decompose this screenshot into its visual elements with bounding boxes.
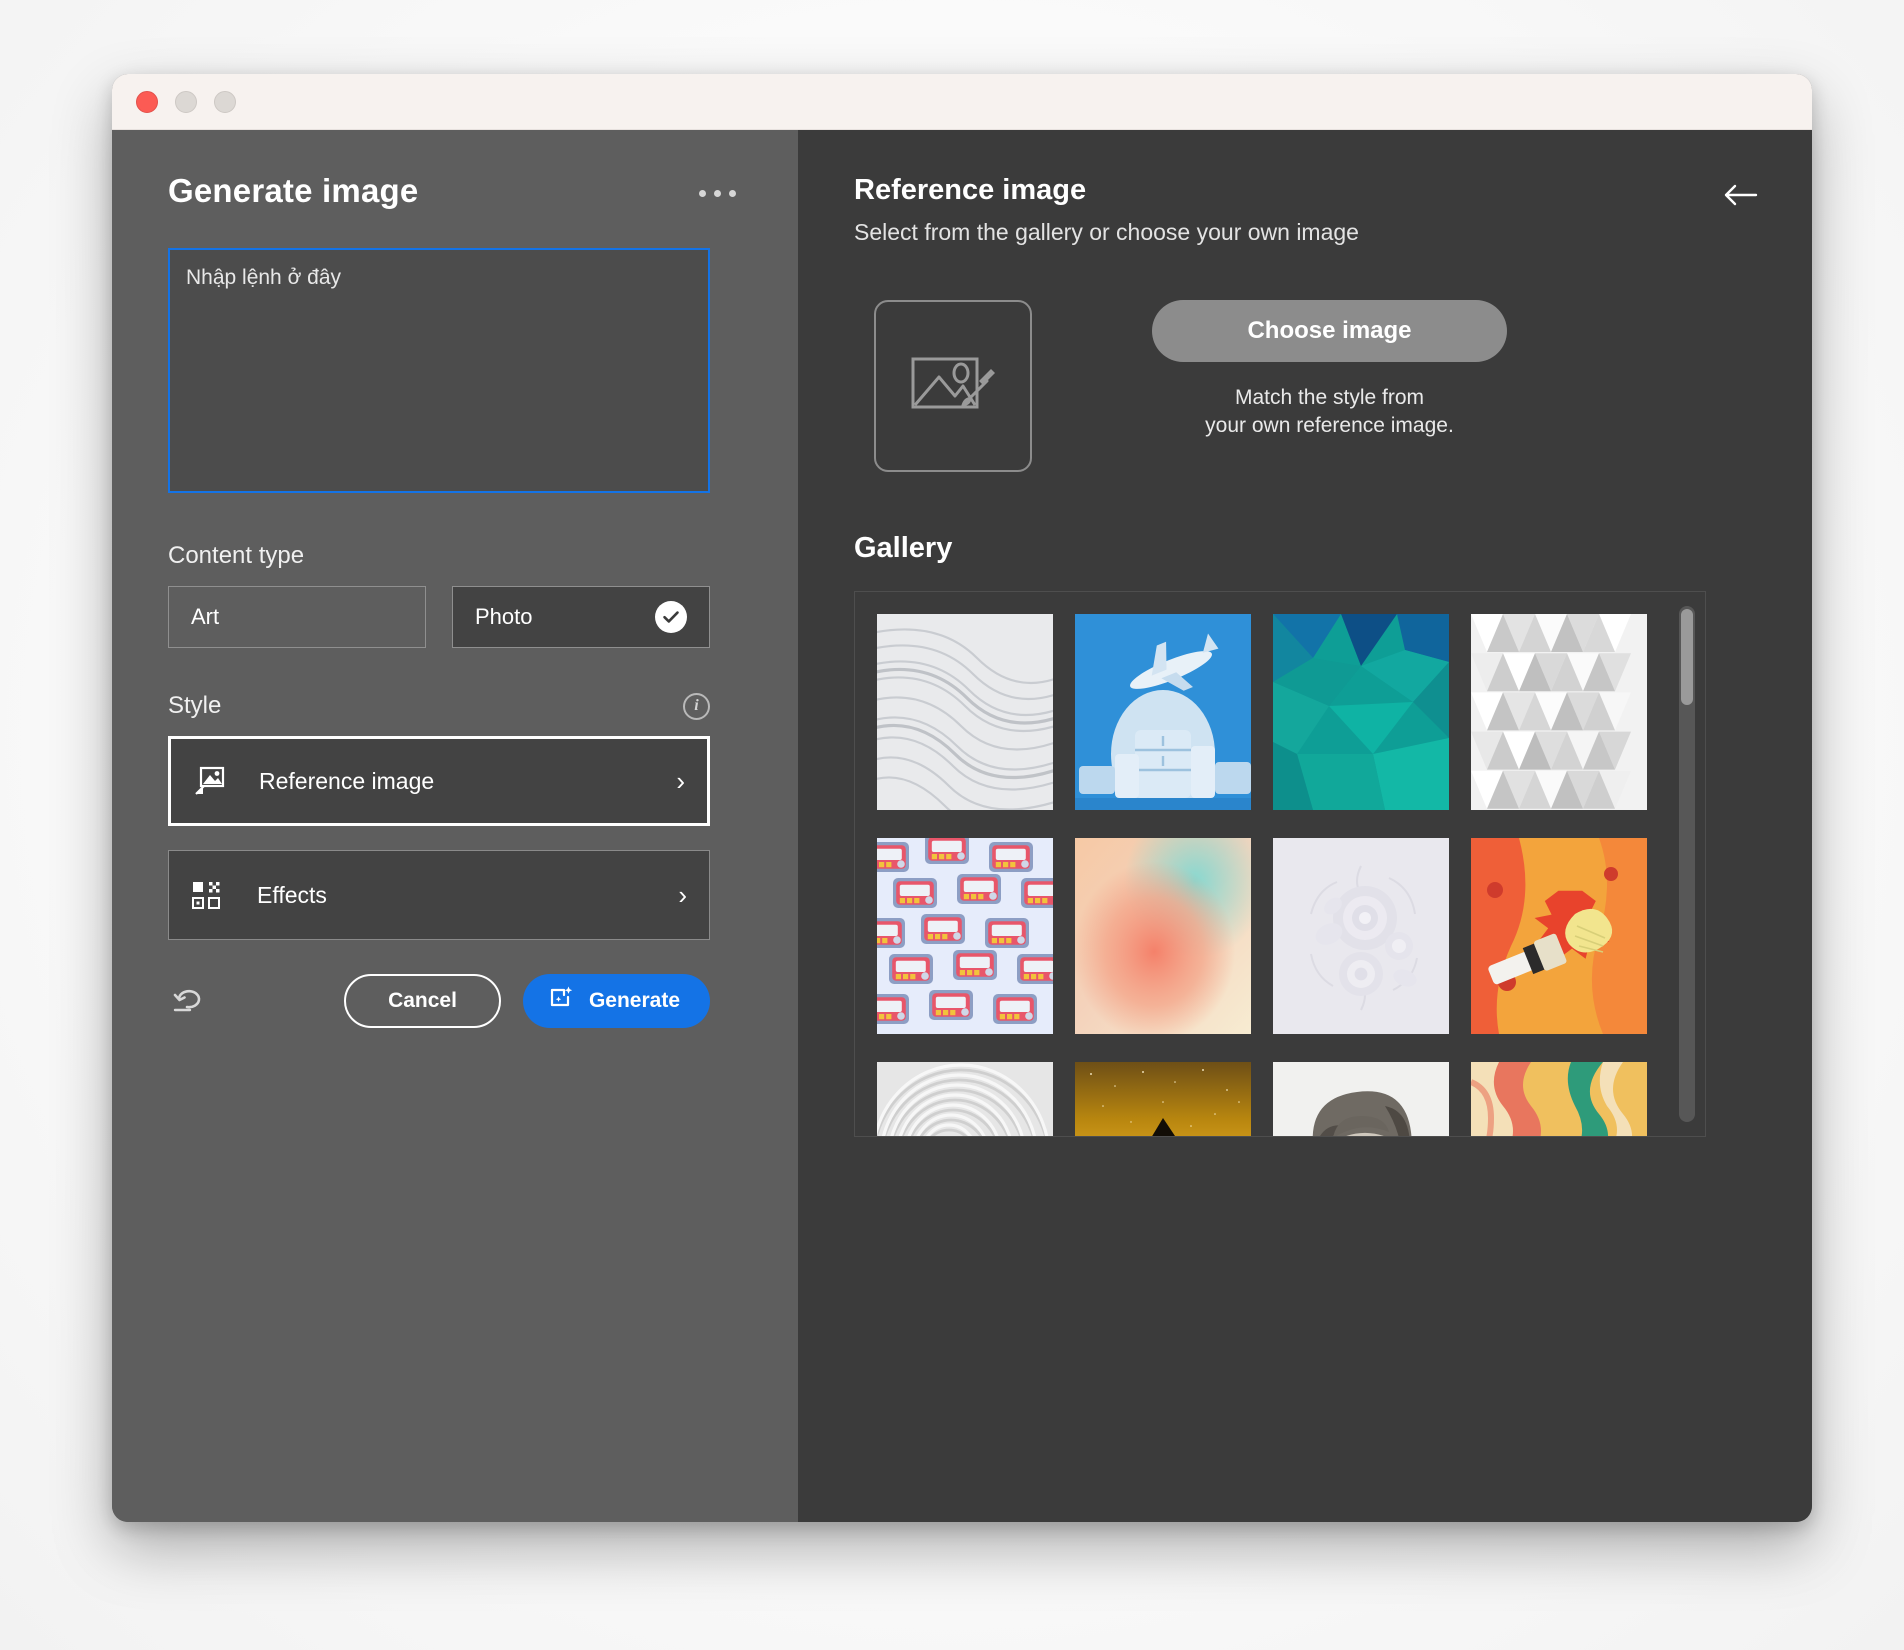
reset-icon	[173, 985, 207, 1018]
sparkle-image-icon	[549, 985, 575, 1017]
gallery-item-orange-paintbrush-leaves[interactable]	[1471, 838, 1647, 1034]
page-title: Generate image	[168, 172, 419, 209]
gallery-item-teal-polygon-gradient[interactable]	[1273, 614, 1449, 810]
gallery-item-pencil-portrait-sketch[interactable]	[1273, 1062, 1449, 1136]
reference-title: Reference image	[854, 174, 1087, 206]
content-type-photo[interactable]: Photo	[452, 586, 710, 648]
gallery-grid	[877, 614, 1705, 1136]
choose-hint-line-2: your own reference image.	[1205, 414, 1454, 438]
chevron-right-icon: ›	[678, 880, 687, 910]
content-type-photo-label: Photo	[475, 604, 533, 629]
generate-button[interactable]: Generate	[522, 974, 710, 1028]
chevron-right-icon: ›	[676, 766, 685, 796]
style-row-label: Reference image	[259, 767, 435, 794]
minimize-button[interactable]	[175, 90, 197, 113]
reset-button[interactable]	[168, 979, 212, 1023]
back-arrow-icon[interactable]	[1722, 174, 1758, 214]
reference-header: Reference image Select from the gallery …	[854, 174, 1758, 246]
style-row-label: Effects	[257, 881, 327, 908]
choose-image-button[interactable]: Choose image	[1152, 300, 1507, 362]
gallery-item-white-wavy-texture[interactable]	[877, 614, 1053, 810]
reference-subtitle: Select from the gallery or choose your o…	[854, 219, 1359, 245]
gallery-item-retro-wavy-pattern[interactable]	[1471, 1062, 1647, 1136]
gallery-container	[854, 591, 1706, 1137]
style-row-effects[interactable]: Effects ›	[168, 850, 710, 940]
reference-thumb-placeholder[interactable]	[874, 300, 1032, 472]
reference-header-text: Reference image Select from the gallery …	[854, 174, 1359, 246]
close-button[interactable]	[136, 90, 158, 113]
gallery-item-white-paper-roses[interactable]	[1273, 838, 1449, 1034]
gallery-heading: Gallery	[854, 532, 953, 564]
traffic-lights	[136, 90, 236, 113]
style-label-row: Style i	[168, 692, 710, 720]
gallery-item-white-concentric-spiral[interactable]	[877, 1062, 1053, 1136]
zoom-button[interactable]	[214, 90, 236, 113]
generate-button-label: Generate	[588, 989, 680, 1012]
choose-image-column: Choose image Match the style from your o…	[1152, 300, 1507, 441]
cancel-button[interactable]: Cancel	[344, 974, 501, 1028]
window-body: Generate image Content type Art Photo	[112, 130, 1812, 1522]
panel-header: Generate image	[168, 172, 742, 210]
effects-icon	[191, 880, 231, 910]
gallery-item-peach-teal-gradient-blob[interactable]	[1075, 838, 1251, 1034]
content-type-label: Content type	[168, 542, 305, 569]
reference-image-panel: Reference image Select from the gallery …	[798, 130, 1812, 1522]
content-type-art-label: Art	[191, 604, 220, 629]
gallery-item-golden-night-mountain-lake[interactable]	[1075, 1062, 1251, 1136]
gallery-item-blue-airplane-luggage[interactable]	[1075, 614, 1251, 810]
choose-hint-line-1: Match the style from	[1234, 386, 1425, 409]
style-label: Style	[168, 692, 222, 719]
gallery-scrollbar[interactable]	[1679, 606, 1695, 1122]
content-type-art[interactable]: Art	[168, 586, 426, 648]
image-brush-icon	[903, 341, 1003, 432]
gallery-item-white-3d-triangles[interactable]	[1471, 614, 1647, 810]
choose-image-area: Choose image Match the style from your o…	[854, 300, 1758, 472]
style-row-reference-image[interactable]: Reference image ›	[168, 736, 710, 826]
info-icon[interactable]: i	[683, 692, 710, 720]
ellipsis-icon[interactable]	[699, 172, 736, 197]
panel-actions: Cancel Generate	[168, 974, 710, 1028]
choose-image-hint: Match the style from your own reference …	[1205, 384, 1454, 441]
reference-image-icon	[193, 766, 233, 796]
content-type-options: Art Photo	[168, 586, 742, 648]
gallery-scrollbar-thumb[interactable]	[1681, 609, 1693, 705]
gallery-item-call-me-pager-pattern[interactable]	[877, 838, 1053, 1034]
app-window: Generate image Content type Art Photo	[112, 74, 1812, 1522]
generate-image-panel: Generate image Content type Art Photo	[112, 130, 798, 1522]
check-icon	[655, 601, 687, 633]
prompt-input[interactable]	[168, 248, 710, 493]
window-titlebar	[112, 74, 1812, 130]
